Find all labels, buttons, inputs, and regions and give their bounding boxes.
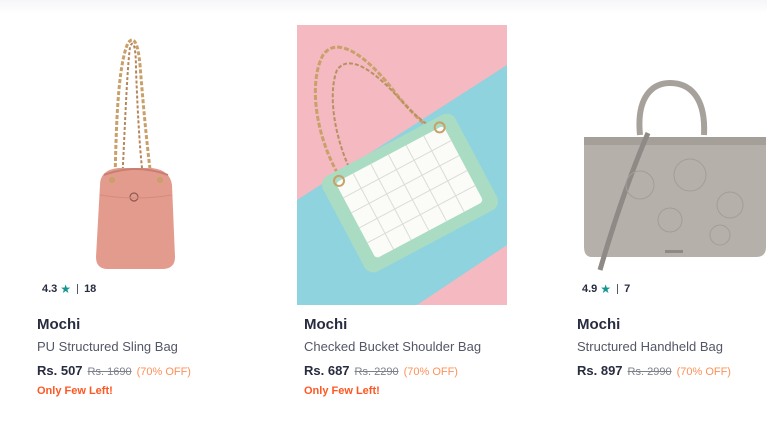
product-image-pink-sling-bag[interactable] [30,25,240,305]
product-card[interactable]: 4.9 ★ 7 Mochi Structured Handheld Bag Rs… [570,25,767,405]
rating-count: 18 [84,283,97,295]
product-name[interactable]: Structured Handheld Bag [577,339,723,354]
stock-note: Only Few Left! [37,385,113,397]
rating-value: 4.3 [42,283,58,295]
product-name[interactable]: Checked Bucket Shoulder Bag [304,339,481,354]
product-discount: (70% OFF) [676,366,731,378]
star-icon: ★ [600,282,612,296]
product-brand[interactable]: Mochi [37,316,80,333]
product-price: Rs. 507 [37,363,83,378]
rating-divider [77,284,79,294]
product-price: Rs. 687 [304,363,350,378]
rating-value: 4.9 [582,283,598,295]
price-row: Rs. 897 Rs. 2990 (70% OFF) [577,363,731,378]
top-bar [0,0,767,14]
product-mrp: Rs. 1690 [87,366,132,378]
price-row: Rs. 687 Rs. 2290 (70% OFF) [304,363,458,378]
product-card[interactable]: 4.3 ★ 18 Mochi PU Structured Sling Bag R… [30,25,260,405]
product-mrp: Rs. 2990 [627,366,672,378]
product-discount: (70% OFF) [403,366,458,378]
product-brand[interactable]: Mochi [304,316,347,333]
rating-count: 7 [624,283,631,295]
product-price: Rs. 897 [577,363,623,378]
rating-divider [617,284,619,294]
product-name[interactable]: PU Structured Sling Bag [37,339,178,354]
rating-badge: 4.9 ★ 7 [578,280,635,298]
product-discount: (70% OFF) [136,366,191,378]
star-icon: ★ [60,282,72,296]
product-card[interactable]: Mochi Checked Bucket Shoulder Bag Rs. 68… [297,25,527,405]
price-row: Rs. 507 Rs. 1690 (70% OFF) [37,363,191,378]
stock-note: Only Few Left! [304,385,380,397]
rating-badge: 4.3 ★ 18 [38,280,101,298]
product-mrp: Rs. 2290 [354,366,399,378]
product-brand[interactable]: Mochi [577,316,620,333]
product-image-grey-handheld-bag[interactable] [570,25,767,305]
product-image-quilted-shoulder-bag[interactable] [297,25,507,305]
